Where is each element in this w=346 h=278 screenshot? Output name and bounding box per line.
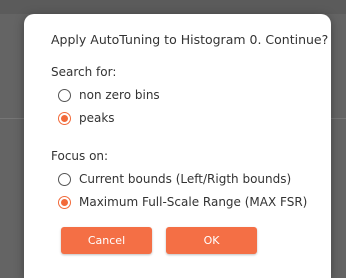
dialog-message: Apply AutoTuning to Histogram 0. Continu… [51, 32, 329, 47]
radio-label-max-fsr: Maximum Full-Scale Range (MAX FSR) [79, 195, 308, 209]
focus-on-label: Focus on: [51, 149, 109, 163]
radio-label-peaks: peaks [79, 111, 115, 125]
radio-checked-icon[interactable] [58, 195, 71, 209]
search-for-label: Search for: [51, 65, 117, 79]
radio-option-current-bounds[interactable]: Current bounds (Left/Rigth bounds) [58, 170, 291, 188]
radio-checked-icon[interactable] [58, 111, 71, 125]
radio-unchecked-icon[interactable] [58, 88, 71, 102]
radio-option-peaks[interactable]: peaks [58, 109, 115, 127]
ok-button[interactable]: OK [166, 227, 257, 254]
radio-option-non-zero-bins[interactable]: non zero bins [58, 86, 160, 104]
backdrop-header [0, 0, 346, 14]
radio-label-current-bounds: Current bounds (Left/Rigth bounds) [79, 172, 292, 186]
radio-unchecked-icon[interactable] [58, 172, 71, 186]
radio-label-non-zero-bins: non zero bins [79, 88, 160, 102]
radio-option-max-fsr[interactable]: Maximum Full-Scale Range (MAX FSR) [58, 193, 307, 211]
cancel-button[interactable]: Cancel [61, 227, 152, 254]
